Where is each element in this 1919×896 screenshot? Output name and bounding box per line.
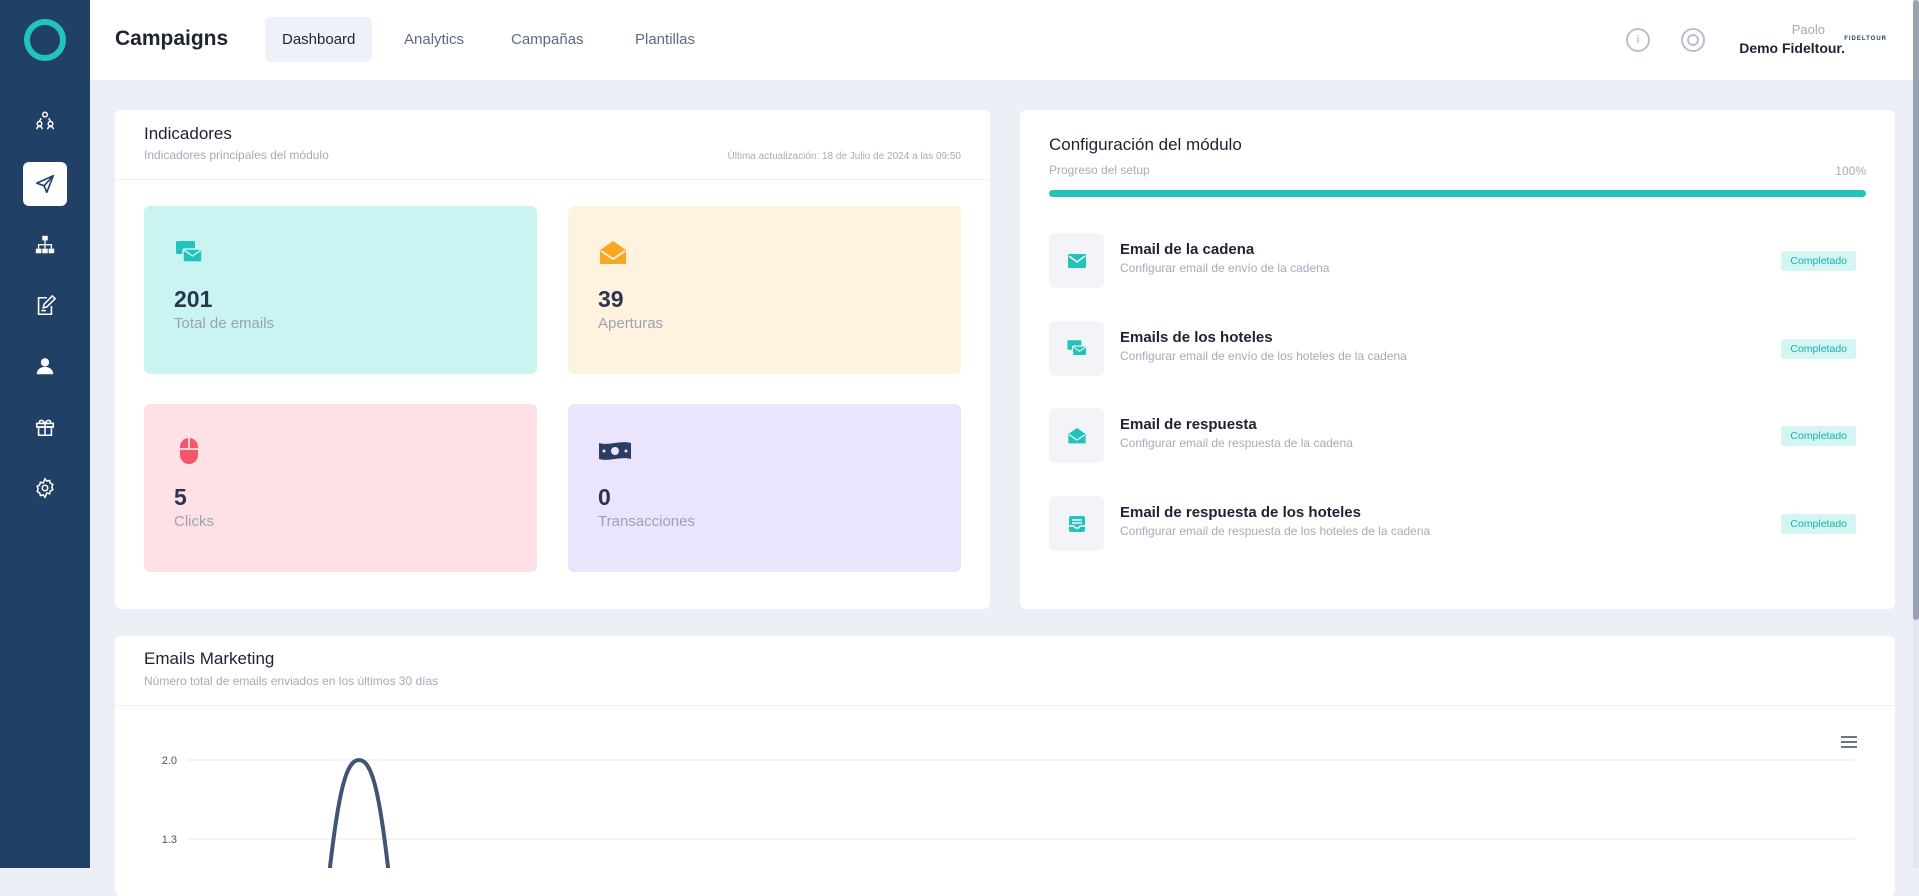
setup-progress-fill bbox=[1049, 190, 1866, 197]
user-icon bbox=[36, 358, 54, 375]
setup-item-desc: Configurar email de respuesta de los hot… bbox=[1120, 524, 1431, 538]
scrollbar-thumb[interactable] bbox=[1913, 0, 1919, 620]
stat-value: 5 bbox=[174, 484, 187, 510]
setup-card: Configuración del módulo Progreso del se… bbox=[1020, 110, 1895, 609]
setup-item-title: Emails de los hoteles bbox=[1120, 329, 1273, 346]
series-line bbox=[327, 757, 391, 868]
sidebar-item-campaigns[interactable] bbox=[23, 162, 67, 206]
app-logo[interactable] bbox=[24, 19, 66, 61]
stat-label: Clicks bbox=[174, 513, 214, 530]
stat-value: 0 bbox=[598, 484, 611, 510]
sidebar-item-users[interactable] bbox=[23, 344, 67, 388]
setup-item-title: Email de respuesta bbox=[1120, 416, 1257, 433]
emails-icon bbox=[1066, 339, 1087, 356]
lifebuoy-icon[interactable] bbox=[1681, 28, 1705, 52]
user-role: Paolo bbox=[1791, 22, 1825, 37]
tab-dashboard[interactable]: Dashboard bbox=[265, 17, 373, 62]
sidebar-item-rewards[interactable] bbox=[23, 405, 67, 449]
stat-clicks: 5 Clicks bbox=[144, 404, 537, 572]
last-updated: Última actualización: 18 de Julio de 202… bbox=[727, 151, 961, 162]
users-network-icon bbox=[36, 111, 54, 130]
edit-document-icon bbox=[37, 295, 56, 316]
company-logo: FIDELTOUR bbox=[1844, 36, 1887, 42]
tab-campanas[interactable]: Campañas bbox=[494, 17, 601, 62]
sidebar-item-settings[interactable] bbox=[23, 466, 67, 510]
sidebar-item-forms[interactable] bbox=[23, 284, 67, 328]
y-tick-label: 2.0 bbox=[162, 755, 177, 767]
status-badge: Completado bbox=[1781, 426, 1856, 446]
y-tick-label: 1.3 bbox=[162, 834, 177, 846]
setup-item-desc: Configurar email de envío de los hoteles… bbox=[1120, 349, 1407, 363]
stat-aperturas: 39 Aperturas bbox=[568, 206, 961, 374]
stat-transacciones: 0 Transacciones bbox=[568, 404, 961, 572]
mouse-icon bbox=[180, 438, 198, 464]
paper-plane-icon bbox=[35, 174, 55, 194]
setup-item-desc: Configurar email de envío de la cadena bbox=[1120, 261, 1330, 275]
money-icon bbox=[599, 442, 631, 460]
setup-title: Configuración del módulo bbox=[1049, 135, 1242, 154]
indicators-title: Indicadores bbox=[144, 124, 232, 143]
setup-item-desc: Configurar email de respuesta de la cade… bbox=[1120, 436, 1353, 450]
gift-icon bbox=[35, 419, 55, 437]
stat-total-emails: 201 Total de emails bbox=[144, 206, 537, 374]
envelope-icon bbox=[1067, 253, 1086, 268]
tab-plantillas[interactable]: Plantillas bbox=[618, 17, 712, 62]
gear-icon bbox=[36, 477, 54, 499]
user-name[interactable]: Demo Fideltour. bbox=[1739, 40, 1845, 56]
setup-item[interactable]: Email de respuesta Configurar email de r… bbox=[1049, 406, 1866, 464]
inbox-icon bbox=[1068, 515, 1085, 532]
setup-item[interactable]: Email de la cadena Configurar email de e… bbox=[1049, 231, 1866, 289]
marketing-card: Emails Marketing Número total de emails … bbox=[115, 636, 1895, 896]
indicators-subtitle: Indicadores principales del módulo bbox=[144, 148, 329, 162]
info-icon[interactable]: i bbox=[1626, 28, 1650, 52]
tab-analytics[interactable]: Analytics bbox=[387, 17, 481, 62]
top-bar: Campaigns Dashboard Analytics Campañas P… bbox=[90, 0, 1919, 80]
sidebar bbox=[0, 0, 90, 868]
emails-line-chart: 2.0 1.3 bbox=[162, 755, 1855, 868]
stat-label: Aperturas bbox=[598, 315, 664, 332]
setup-progress-bar bbox=[1049, 190, 1866, 197]
status-badge: Completado bbox=[1781, 514, 1856, 534]
setup-progress-label: Progreso del setup bbox=[1049, 163, 1150, 177]
setup-item-title: Email de la cadena bbox=[1120, 241, 1255, 258]
open-envelope-icon bbox=[1067, 427, 1086, 443]
status-badge: Completado bbox=[1781, 251, 1856, 271]
stat-value: 201 bbox=[174, 286, 213, 312]
divider bbox=[115, 179, 990, 180]
sitemap-icon bbox=[35, 235, 55, 254]
sidebar-item-contacts[interactable] bbox=[23, 99, 67, 143]
setup-item[interactable]: Email de respuesta de los hoteles Config… bbox=[1049, 494, 1866, 552]
setup-item-title: Email de respuesta de los hoteles bbox=[1120, 504, 1361, 521]
setup-item[interactable]: Emails de los hoteles Configurar email d… bbox=[1049, 319, 1866, 377]
emails-icon bbox=[176, 241, 203, 263]
stat-value: 39 bbox=[598, 286, 624, 312]
indicators-card: Indicadores Indicadores principales del … bbox=[115, 110, 990, 609]
scrollbar-track[interactable] bbox=[1913, 0, 1919, 868]
stat-label: Total de emails bbox=[174, 315, 275, 332]
setup-progress-percent: 100% bbox=[1835, 164, 1866, 178]
page-title: Campaigns bbox=[115, 27, 229, 50]
stat-label: Transacciones bbox=[598, 513, 695, 530]
open-envelope-icon bbox=[600, 241, 626, 264]
sidebar-item-structure[interactable] bbox=[23, 223, 67, 267]
status-badge: Completado bbox=[1781, 339, 1856, 359]
